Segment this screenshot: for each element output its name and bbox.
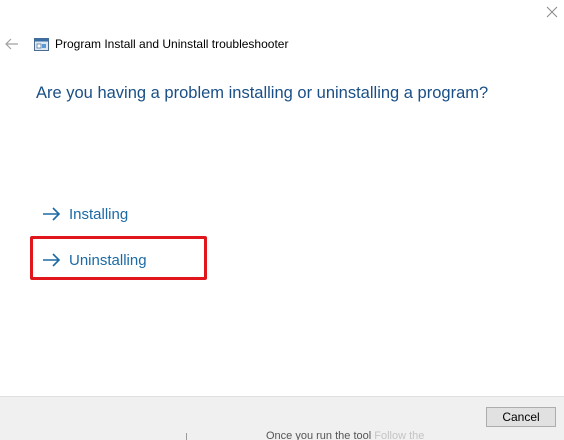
option-installing[interactable]: Installing — [42, 202, 128, 226]
option-installing-label: Installing — [69, 205, 129, 223]
troubleshooter-app-icon — [34, 37, 49, 51]
back-arrow-icon — [5, 38, 18, 50]
title-bar: Program Install and Uninstall troublesho… — [34, 36, 288, 52]
page-question: Are you having a problem installing or u… — [36, 84, 489, 102]
close-icon — [546, 6, 558, 18]
troubleshooter-window: Program Install and Uninstall troublesho… — [0, 0, 564, 440]
back-button[interactable] — [4, 36, 20, 52]
cancel-button[interactable]: Cancel — [486, 407, 556, 427]
arrow-right-icon — [43, 207, 61, 221]
arrow-right-icon — [43, 253, 61, 267]
window-title: Program Install and Uninstall troublesho… — [55, 37, 289, 51]
option-uninstalling-label: Uninstalling — [69, 251, 147, 269]
option-uninstalling[interactable]: Uninstalling — [42, 248, 147, 272]
footer-bar: Cancel Once you run the tool Follow the — [0, 396, 564, 440]
close-button[interactable] — [544, 4, 560, 20]
